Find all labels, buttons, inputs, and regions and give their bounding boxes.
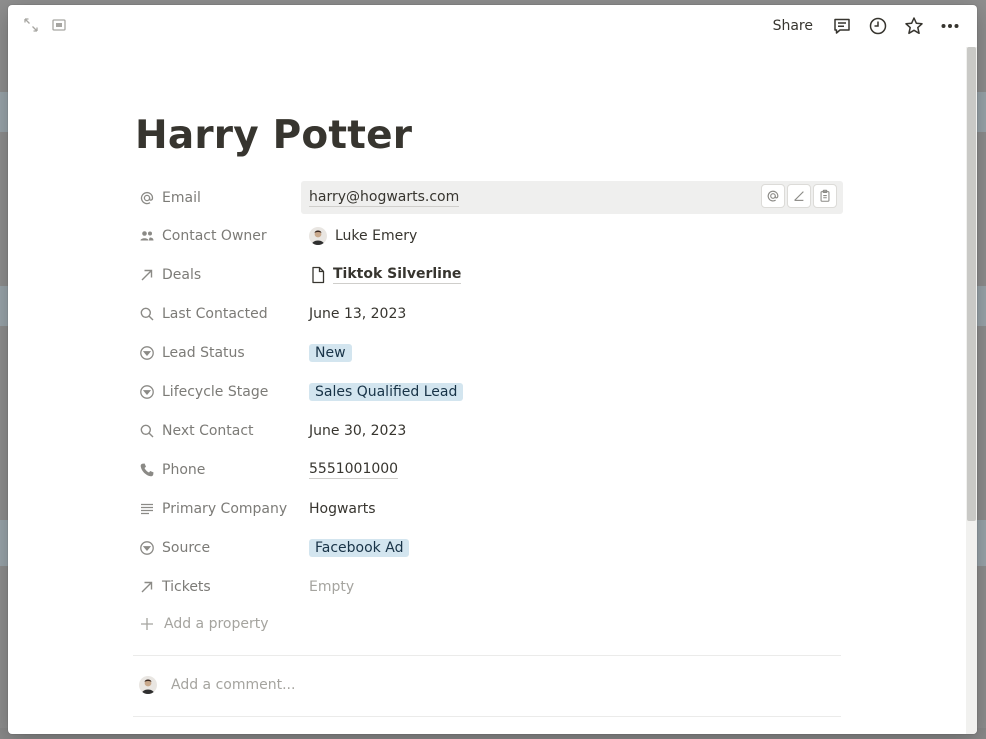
comment-input[interactable] [169,676,673,694]
add-property-button[interactable]: Add a property [139,616,269,632]
relation-arrow-icon [139,267,155,283]
property-label-text: Next Contact [162,422,254,439]
property-label[interactable]: Lead Status [133,345,301,361]
deal-link[interactable]: Tiktok Silverline [333,266,462,284]
expand-icon[interactable] [22,16,40,34]
property-label[interactable]: Deals [133,267,301,283]
divider [133,716,841,717]
copy-icon [820,189,830,202]
at-icon [139,190,155,206]
property-label-text: Source [162,539,211,556]
page-title[interactable]: Harry Potter [135,113,412,158]
page-modal: Share Harry Potter Email harry@hogwarts.… [8,5,977,734]
property-row-tickets: Tickets Empty [133,567,843,606]
divider [133,655,841,656]
property-row-next-contact: Next Contact June 30, 2023 [133,411,843,450]
property-row-source: Source Facebook Ad [133,528,843,567]
at-icon [767,190,779,202]
source-tag: Facebook Ad [309,538,410,557]
next-contact-value[interactable]: June 30, 2023 [301,411,843,450]
page-icon [309,266,327,284]
status-tag: New [309,343,352,362]
avatar [309,226,327,245]
stage-tag: Sales Qualified Lead [309,382,464,401]
property-label[interactable]: Email [133,190,301,206]
phone-icon [139,462,155,478]
select-icon [139,540,155,556]
property-label-text: Lead Status [162,344,245,361]
deals-value[interactable]: Tiktok Silverline [301,255,843,294]
company-text: Hogwarts [309,500,376,517]
property-label-text: Contact Owner [162,227,267,244]
edit-icon [794,191,804,201]
search-icon [139,423,155,439]
property-row-lead-status: Lead Status New [133,333,843,372]
add-property-label: Add a property [164,616,269,632]
property-row-phone: Phone 5551001000 [133,450,843,489]
property-label-text: Tickets [162,578,211,595]
relation-arrow-icon [139,579,155,595]
last-contacted-value[interactable]: June 13, 2023 [301,294,843,333]
page-actions: Share [769,15,961,37]
property-label[interactable]: Next Contact [133,423,301,439]
property-label-text: Primary Company [162,500,288,517]
email-value[interactable]: harry@hogwarts.com [301,181,843,214]
people-icon [139,228,155,244]
property-label-text: Lifecycle Stage [162,383,269,400]
property-label-text: Email [162,189,201,206]
contact-owner-name: Luke Emery [335,227,418,244]
text-lines-icon [139,501,155,517]
lead-status-value[interactable]: New [301,333,843,372]
clock-icon[interactable] [867,15,889,37]
property-row-lifecycle-stage: Lifecycle Stage Sales Qualified Lead [133,372,843,411]
property-label-text: Phone [162,461,206,478]
plus-icon [139,616,155,632]
star-icon[interactable] [903,15,925,37]
scrollbar-thumb[interactable] [967,47,976,521]
property-list: Email harry@hogwarts.com Contact Owner L… [133,179,843,606]
share-button[interactable]: Share [769,18,817,34]
date-text: June 13, 2023 [309,305,407,322]
edit-button[interactable] [787,184,811,208]
source-value[interactable]: Facebook Ad [301,528,843,567]
empty-placeholder: Empty [309,578,355,595]
phone-value[interactable]: 5551001000 [301,450,843,489]
property-row-last-contacted: Last Contacted June 13, 2023 [133,294,843,333]
date-text: June 30, 2023 [309,422,407,439]
copy-button[interactable] [813,184,837,208]
property-label[interactable]: Tickets [133,579,301,595]
comment-icon[interactable] [831,15,853,37]
property-label[interactable]: Last Contacted [133,306,301,322]
property-row-contact-owner: Contact Owner Luke Emery [133,216,843,255]
comment-composer [139,676,673,694]
mention-button[interactable] [761,184,785,208]
search-icon [139,306,155,322]
property-row-primary-company: Primary Company Hogwarts [133,489,843,528]
select-icon [139,345,155,361]
property-label[interactable]: Phone [133,462,301,478]
property-row-email: Email harry@hogwarts.com [133,179,843,216]
primary-company-value[interactable]: Hogwarts [301,489,843,528]
property-label-text: Last Contacted [162,305,268,322]
lifecycle-stage-value[interactable]: Sales Qualified Lead [301,372,843,411]
property-label[interactable]: Primary Company [133,501,301,517]
phone-text[interactable]: 5551001000 [309,461,399,479]
email-actions [761,184,837,208]
select-icon [139,384,155,400]
more-icon[interactable] [939,15,961,37]
tickets-value[interactable]: Empty [301,567,843,606]
side-peek-icon[interactable] [50,16,68,34]
property-label[interactable]: Source [133,540,301,556]
property-label[interactable]: Contact Owner [133,228,301,244]
property-label-text: Deals [162,266,202,283]
property-label[interactable]: Lifecycle Stage [133,384,301,400]
property-row-deals: Deals Tiktok Silverline [133,255,843,294]
email-text[interactable]: harry@hogwarts.com [309,189,460,207]
avatar [139,676,157,694]
contact-owner-value[interactable]: Luke Emery [301,216,843,255]
modal-controls [22,16,68,34]
